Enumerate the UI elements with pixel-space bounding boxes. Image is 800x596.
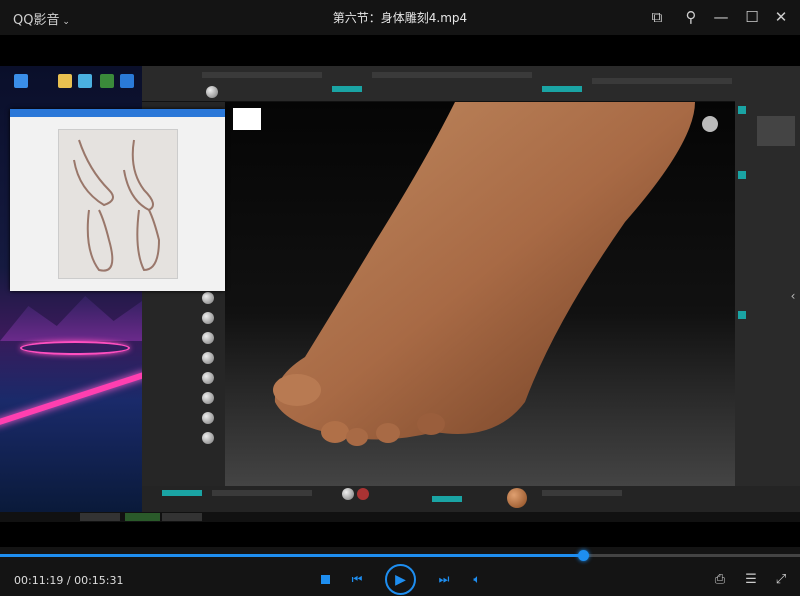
zbrush-toolbar — [142, 66, 742, 102]
volume-button[interactable]: 🔈︎ — [469, 572, 485, 586]
maximize-button[interactable]: ☐ — [741, 6, 763, 28]
play-icon: ▶ — [395, 571, 406, 588]
fullscreen-button[interactable]: ⤢ — [772, 570, 790, 588]
fullscreen-icon: ⤢ — [775, 571, 787, 587]
zbrush-canvas — [225, 102, 735, 486]
taskbar — [0, 512, 800, 522]
screenshot-button[interactable]: ⎙ — [711, 570, 729, 588]
previous-button[interactable]: ⏮ — [350, 572, 364, 586]
seek-progress — [0, 554, 584, 557]
anatomy-sketch-image — [58, 129, 178, 279]
pin-button[interactable]: ⚲ — [680, 6, 702, 28]
previous-icon: ⏮ — [351, 571, 363, 586]
close-button[interactable]: ✕ — [770, 6, 792, 28]
image-viewer-window — [10, 109, 225, 291]
desktop-icon — [58, 74, 72, 88]
zbrush-right-panel — [735, 66, 800, 486]
equalizer-icon: ☰ — [745, 571, 757, 587]
title-bar: QQ影音 ⌄ 第六节：身体雕刻4.mp4 ⧉ ⚲ — ☐ ✕ — [0, 0, 800, 35]
next-button[interactable]: ⏭ — [437, 572, 451, 586]
video-frame — [0, 66, 800, 522]
minimize-button[interactable]: — — [710, 6, 732, 28]
screenshot-icon: ⎙ — [714, 571, 726, 587]
picture-in-picture-icon: ⧉ — [651, 8, 663, 26]
app-brand: QQ影音 — [13, 13, 60, 28]
app-menu[interactable]: QQ影音 ⌄ — [13, 9, 70, 28]
settings-button[interactable]: ☰ — [742, 570, 760, 588]
desktop-icon — [100, 74, 114, 88]
mini-mode-button[interactable]: ⧉ — [646, 6, 668, 28]
stop-button[interactable] — [320, 574, 331, 585]
time-display: 00:11:19 / 00:15:31 — [14, 574, 124, 587]
maximize-icon: ☐ — [745, 8, 759, 26]
zbrush-bottom-palette — [142, 486, 800, 512]
minimize-icon: — — [713, 8, 729, 26]
desktop-icon — [120, 74, 134, 88]
close-icon: ✕ — [774, 8, 788, 26]
pin-icon: ⚲ — [685, 8, 697, 26]
desktop-icon — [78, 74, 92, 88]
next-icon: ⏭ — [438, 571, 450, 586]
desktop-icon — [14, 74, 28, 88]
video-surface[interactable]: ‹ — [0, 35, 800, 547]
chevron-left-icon: ‹ — [790, 289, 796, 303]
foot-sculpt — [273, 102, 718, 446]
chevron-down-icon: ⌄ — [59, 17, 70, 27]
stop-icon — [321, 575, 330, 584]
seek-bar[interactable] — [0, 550, 800, 561]
side-panel-toggle[interactable]: ‹ — [786, 278, 800, 314]
play-button[interactable]: ▶ — [385, 564, 416, 595]
volume-icon: 🔈︎ — [473, 571, 481, 586]
